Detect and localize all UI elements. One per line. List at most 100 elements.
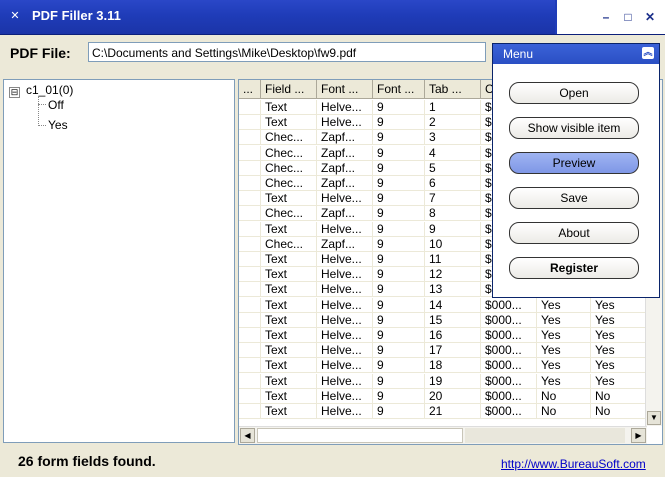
table-row[interactable]: Text Helve... 9 17 $000... Yes Yes bbox=[239, 343, 647, 359]
horizontal-scroll-thumb[interactable] bbox=[257, 428, 463, 443]
table-cell: Yes bbox=[537, 312, 591, 328]
column-header[interactable]: Font ... bbox=[373, 80, 425, 99]
table-cell: Text bbox=[261, 100, 317, 115]
table-row[interactable]: Text Helve... 9 15 $000... Yes Yes bbox=[239, 312, 647, 328]
table-cell: Yes bbox=[537, 328, 591, 343]
table-cell: $000... bbox=[481, 373, 537, 389]
table-cell: Text bbox=[261, 404, 317, 419]
pdf-file-label: PDF File: bbox=[10, 45, 71, 61]
horizontal-scrollbar[interactable]: ◀ ▶ bbox=[239, 426, 647, 444]
title-bar[interactable]: ✕ PDF Filler 3.11 – □ ✕ bbox=[0, 0, 665, 35]
table-cell: 9 bbox=[373, 267, 425, 283]
table-cell bbox=[239, 160, 261, 176]
show-visible-item-button[interactable]: Show visible item bbox=[509, 117, 639, 139]
tree-node-yes[interactable]: Yes bbox=[48, 118, 68, 132]
table-cell: Helve... bbox=[317, 343, 373, 359]
scroll-left-icon[interactable]: ◀ bbox=[240, 428, 255, 443]
table-row[interactable]: Text Helve... 9 19 $000... Yes Yes bbox=[239, 373, 647, 389]
table-cell: Helve... bbox=[317, 297, 373, 313]
table-cell: No bbox=[537, 388, 591, 404]
menu-panel: Menu ︽ Open Show visible item Preview Save A… bbox=[492, 43, 660, 298]
field-tree[interactable]: ⊟ c1_01(0) Off Yes bbox=[3, 79, 235, 443]
table-cell: Helve... bbox=[317, 328, 373, 343]
window-title: PDF Filler 3.11 bbox=[32, 8, 121, 23]
table-cell: Text bbox=[261, 358, 317, 374]
tree-connector bbox=[38, 104, 46, 105]
table-cell: Helve... bbox=[317, 404, 373, 419]
table-cell: 5 bbox=[425, 160, 481, 176]
table-cell: Yes bbox=[591, 328, 647, 343]
table-cell: Text bbox=[261, 267, 317, 283]
table-cell: Text bbox=[261, 312, 317, 328]
pdf-file-input[interactable]: C:\Documents and Settings\Mike\Desktop\f… bbox=[88, 42, 486, 62]
tree-node-off[interactable]: Off bbox=[48, 98, 64, 112]
table-cell: 9 bbox=[373, 100, 425, 115]
website-link[interactable]: http://www.BureauSoft.com bbox=[501, 457, 646, 471]
table-cell: Helve... bbox=[317, 282, 373, 298]
about-button[interactable]: About bbox=[509, 222, 639, 244]
open-button[interactable]: Open bbox=[509, 82, 639, 104]
table-cell: 20 bbox=[425, 388, 481, 404]
table-cell bbox=[239, 404, 261, 419]
table-cell: No bbox=[537, 404, 591, 419]
table-cell: Zapf... bbox=[317, 206, 373, 222]
scroll-down-icon[interactable]: ▼ bbox=[647, 411, 661, 425]
scroll-right-icon[interactable]: ▶ bbox=[631, 428, 646, 443]
table-cell: Yes bbox=[591, 343, 647, 359]
table-cell: $000... bbox=[481, 404, 537, 419]
table-row[interactable]: Text Helve... 9 18 $000... Yes Yes bbox=[239, 358, 647, 374]
table-row[interactable]: Text Helve... 9 16 $000... Yes Yes bbox=[239, 328, 647, 343]
table-cell: No bbox=[591, 388, 647, 404]
close-button[interactable]: ✕ bbox=[642, 9, 658, 25]
table-cell: $000... bbox=[481, 388, 537, 404]
collapse-icon[interactable]: ︽ bbox=[642, 47, 654, 59]
column-header[interactable]: Font ... bbox=[317, 80, 373, 99]
table-row[interactable]: Text Helve... 9 20 $000... No No bbox=[239, 388, 647, 404]
table-cell bbox=[239, 252, 261, 267]
menu-title: Menu bbox=[503, 47, 534, 61]
table-cell: Chec... bbox=[261, 160, 317, 176]
table-cell: Chec... bbox=[261, 145, 317, 161]
minimize-button[interactable]: – bbox=[598, 9, 614, 25]
table-cell: 9 bbox=[373, 358, 425, 374]
tree-connector bbox=[38, 125, 46, 126]
table-cell: 21 bbox=[425, 404, 481, 419]
collapse-node-icon[interactable]: ⊟ bbox=[9, 87, 20, 98]
table-cell: Chec... bbox=[261, 130, 317, 146]
table-cell bbox=[239, 115, 261, 131]
table-cell: 16 bbox=[425, 328, 481, 343]
table-cell: Helve... bbox=[317, 312, 373, 328]
table-cell: 9 bbox=[373, 160, 425, 176]
app-icon: ✕ bbox=[10, 9, 20, 22]
table-cell: Helve... bbox=[317, 358, 373, 374]
main-window: ✕ PDF Filler 3.11 – □ ✕ PDF File: C:\Doc… bbox=[0, 0, 665, 477]
table-cell: 9 bbox=[373, 145, 425, 161]
column-header[interactable]: ... bbox=[239, 80, 261, 99]
tree-root-node[interactable]: c1_01(0) bbox=[26, 83, 73, 97]
table-cell: 9 bbox=[373, 206, 425, 222]
table-cell: Text bbox=[261, 328, 317, 343]
table-cell: Zapf... bbox=[317, 145, 373, 161]
table-row[interactable]: Text Helve... 9 21 $000... No No bbox=[239, 404, 647, 419]
register-button[interactable]: Register bbox=[509, 257, 639, 279]
column-header[interactable]: Field ... bbox=[261, 80, 317, 99]
column-header[interactable]: Tab ... bbox=[425, 80, 481, 99]
table-cell: Chec... bbox=[261, 176, 317, 191]
table-cell: 9 bbox=[373, 328, 425, 343]
maximize-button[interactable]: □ bbox=[620, 9, 636, 25]
table-cell: Yes bbox=[591, 297, 647, 313]
save-button[interactable]: Save bbox=[509, 187, 639, 209]
horizontal-scroll-track[interactable] bbox=[465, 428, 625, 443]
table-cell: Text bbox=[261, 297, 317, 313]
table-cell: Yes bbox=[537, 358, 591, 374]
preview-button[interactable]: Preview bbox=[509, 152, 639, 174]
table-cell bbox=[239, 388, 261, 404]
table-cell bbox=[239, 312, 261, 328]
table-row[interactable]: Text Helve... 9 14 $000... Yes Yes bbox=[239, 297, 647, 313]
table-cell: 3 bbox=[425, 130, 481, 146]
table-cell: 9 bbox=[373, 343, 425, 359]
table-cell: Yes bbox=[537, 373, 591, 389]
menu-header[interactable]: Menu ︽ bbox=[493, 44, 659, 64]
table-cell bbox=[239, 206, 261, 222]
table-cell: 2 bbox=[425, 115, 481, 131]
